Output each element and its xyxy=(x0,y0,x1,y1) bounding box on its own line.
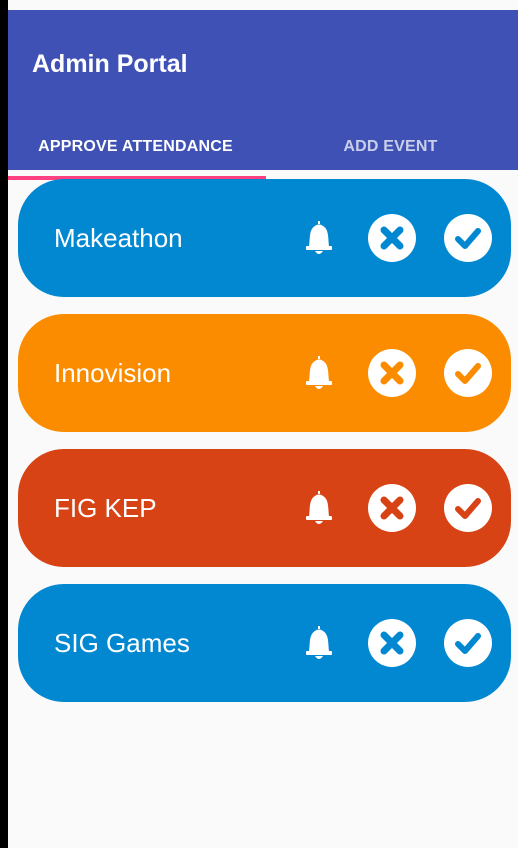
reject-button[interactable] xyxy=(368,619,416,667)
event-name: Makeathon xyxy=(54,222,183,253)
tab-approve-attendance-label: APPROVE ATTENDANCE xyxy=(38,138,233,155)
event-name: SIG Games xyxy=(54,627,190,658)
close-circle-icon xyxy=(380,226,404,250)
event-name: Innovision xyxy=(54,357,172,388)
event-card-sig-games[interactable]: SIG Games xyxy=(18,584,511,702)
tab-add-event[interactable]: ADD EVENT xyxy=(263,122,518,178)
approve-button[interactable] xyxy=(444,349,492,397)
bell-icon[interactable] xyxy=(304,490,334,528)
event-card-fig-kep[interactable]: FIG KEP xyxy=(18,449,511,567)
tab-approve-attendance[interactable]: APPROVE ATTENDANCE xyxy=(8,122,263,178)
close-circle-icon xyxy=(380,361,404,385)
event-card-makeathon[interactable]: Makeathon xyxy=(18,179,511,297)
check-circle-icon xyxy=(455,633,481,654)
bell-icon[interactable] xyxy=(304,625,334,663)
device-frame-edge xyxy=(0,0,8,848)
event-card-innovision[interactable]: Innovision xyxy=(18,314,511,432)
check-circle-icon xyxy=(455,498,481,519)
reject-button[interactable] xyxy=(368,484,416,532)
approve-button[interactable] xyxy=(444,619,492,667)
page-title: Admin Portal xyxy=(32,50,188,78)
close-circle-icon xyxy=(380,631,404,655)
app-screen: Admin Portal APPROVE ATTENDANCE ADD EVEN… xyxy=(8,0,518,848)
check-circle-icon xyxy=(455,363,481,384)
reject-button[interactable] xyxy=(368,349,416,397)
check-circle-icon xyxy=(455,228,481,249)
event-name: FIG KEP xyxy=(54,492,157,523)
app-bar: Admin Portal APPROVE ATTENDANCE ADD EVEN… xyxy=(8,10,518,180)
bell-icon[interactable] xyxy=(304,220,334,258)
approve-button[interactable] xyxy=(444,214,492,262)
close-circle-icon xyxy=(380,496,404,520)
reject-button[interactable] xyxy=(368,214,416,262)
tab-add-event-label: ADD EVENT xyxy=(343,138,438,155)
bell-icon[interactable] xyxy=(304,355,334,393)
approve-button[interactable] xyxy=(444,484,492,532)
